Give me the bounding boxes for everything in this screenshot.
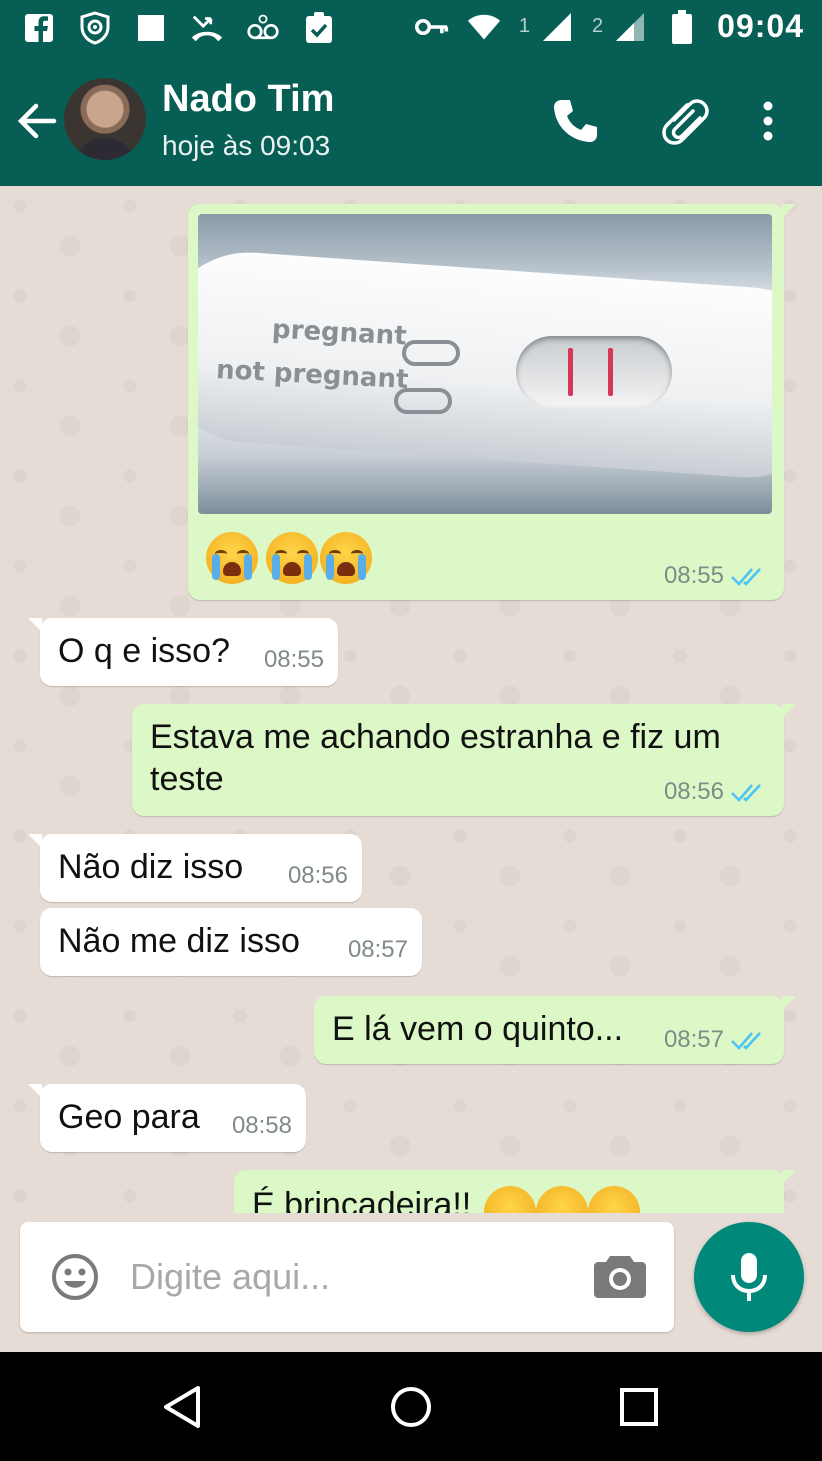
result-window (516, 336, 672, 408)
chat-area[interactable]: pregnant not pregnant 08:55 O q e isso? … (0, 186, 822, 1352)
signal-icon (613, 9, 647, 45)
message-meta: 08:55 (664, 562, 766, 590)
crying-face-icon (266, 532, 318, 584)
mic-button[interactable] (694, 1222, 804, 1332)
last-seen: hoje às 09:03 (162, 130, 331, 161)
message-time: 08:57 (347, 936, 408, 963)
crying-face-icon (320, 532, 372, 584)
message-bubble[interactable]: Estava me achando estranha e fiz um test… (132, 704, 796, 816)
clipboard-check-icon (302, 10, 336, 46)
sim2-label: 2 (592, 15, 604, 37)
pregnancy-test-photo[interactable]: pregnant not pregnant (198, 214, 772, 514)
phone-icon[interactable] (550, 96, 600, 146)
paperclip-icon[interactable] (660, 96, 710, 146)
message-input[interactable] (128, 1246, 572, 1308)
double-check-icon (731, 568, 761, 586)
oval-two-lines-icon (402, 340, 460, 366)
vpn-key-icon (414, 9, 449, 45)
status-bar: 1 2 09:04 (0, 0, 822, 58)
system-nav-bar (0, 1352, 822, 1461)
facebook-icon (22, 10, 56, 46)
double-check-icon (731, 1032, 761, 1050)
message-text: Não diz isso (58, 848, 244, 886)
wifi-icon (467, 9, 501, 45)
double-check-icon (731, 784, 761, 802)
signal-icon (540, 9, 574, 45)
message-bubble[interactable]: Geo para 08:58 (28, 1084, 306, 1152)
square-icon (134, 10, 168, 46)
message-meta: 08:56 (664, 778, 766, 806)
more-vert-icon[interactable] (748, 96, 788, 146)
camera-icon[interactable] (594, 1252, 646, 1298)
message-bubble[interactable]: Não me diz isso 08:57 (40, 908, 422, 976)
message-composer (20, 1222, 674, 1332)
contact-avatar[interactable] (64, 78, 146, 160)
nav-recents-icon[interactable] (614, 1382, 664, 1432)
message-text-line1: Estava me achando estranha e fiz um (150, 718, 721, 756)
oval-one-line-icon (394, 388, 452, 414)
message-bubble[interactable]: O q e isso? 08:55 (28, 618, 338, 686)
back-arrow-icon[interactable] (14, 98, 60, 144)
message-text: Não me diz isso (58, 922, 300, 960)
message-text: E lá vem o quinto... (332, 1010, 624, 1048)
nav-back-icon[interactable] (158, 1382, 208, 1432)
message-time: 08:55 (663, 562, 724, 589)
chat-header: Nado Tim hoje às 09:03 (0, 58, 822, 186)
missed-call-icon (190, 10, 224, 46)
message-time: 08:57 (663, 1026, 724, 1053)
message-time: 08:55 (263, 646, 324, 673)
message-meta: 08:57 (664, 1026, 766, 1054)
sim1-label: 1 (518, 15, 531, 37)
message-bubble[interactable]: Não diz isso 08:56 (28, 834, 362, 902)
crying-face-icon (206, 532, 258, 584)
message-time: 08:56 (287, 862, 348, 889)
nav-home-icon[interactable] (386, 1382, 436, 1432)
message-bubble[interactable]: E lá vem o quinto... 08:57 (314, 996, 796, 1064)
message-text: Geo para (58, 1098, 200, 1136)
message-time: 08:56 (663, 778, 724, 805)
photo-message[interactable]: pregnant not pregnant 08:55 (188, 204, 796, 600)
message-text: O q e isso? (58, 632, 230, 670)
voicemail-icon (246, 10, 280, 46)
message-time: 08:58 (231, 1112, 292, 1139)
mic-icon (731, 1253, 767, 1301)
battery-icon (665, 9, 699, 45)
status-clock: 09:04 (717, 8, 804, 44)
shield-icon (78, 10, 112, 46)
message-text-line2: teste (150, 760, 224, 798)
contact-name[interactable]: Nado Tim (162, 78, 334, 121)
emoji-icon[interactable] (50, 1252, 100, 1302)
